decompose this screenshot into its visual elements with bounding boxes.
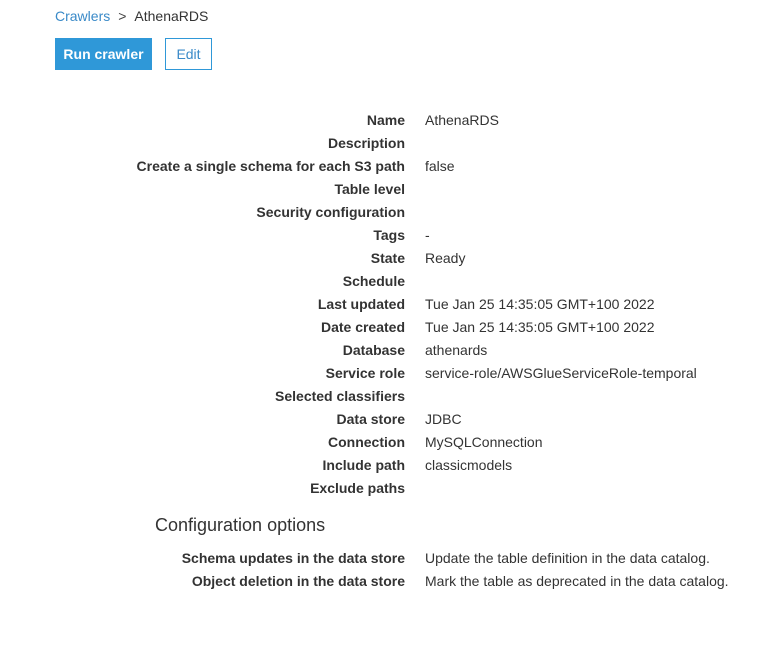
detail-label: Data store — [336, 410, 405, 427]
detail-row: Schedule — [0, 269, 697, 292]
detail-row: Object deletion in the data store Mark th… — [0, 569, 729, 592]
detail-label: Connection — [328, 433, 405, 450]
crawler-details: Name AthenaRDS Description Create a single … — [0, 108, 697, 499]
detail-label: Security configuration — [256, 203, 405, 220]
detail-label: Include path — [322, 456, 405, 473]
detail-row: State Ready — [0, 246, 697, 269]
detail-label: Description — [327, 134, 405, 151]
detail-row: Last updated Tue Jan 25 14:35:05 GMT+100 … — [0, 292, 697, 315]
detail-row: Date created Tue Jan 25 14:35:05 GMT+100 … — [0, 315, 697, 338]
detail-row: Exclude paths — [0, 476, 697, 499]
detail-row: Service role service-role/AWSGlueServiceR… — [0, 361, 697, 384]
detail-value: Tue Jan 25 14:35:05 GMT+100 2022 — [425, 295, 655, 312]
detail-label: Object deletion in the data store — [191, 572, 405, 589]
detail-value: AthenaRDS — [425, 111, 499, 128]
configuration-options-heading: Configuration options — [155, 515, 326, 535]
detail-label: State — [370, 249, 405, 266]
detail-label: Name — [366, 111, 405, 128]
configuration-options: Schema updates in the data store Update t… — [0, 546, 729, 592]
detail-value: Ready — [425, 249, 466, 266]
detail-value: classicmodels — [425, 456, 513, 473]
detail-row: Schema updates in the data store Update t… — [0, 546, 729, 569]
detail-row: Database athenards — [0, 338, 697, 361]
detail-value: false — [425, 157, 455, 174]
detail-label: Database — [342, 341, 405, 358]
detail-value: JDBC — [425, 410, 462, 427]
breadcrumb-crawlers-link[interactable]: Crawlers — [55, 8, 110, 24]
edit-button[interactable]: Edit — [165, 38, 212, 70]
detail-value: Update the table definition in the data … — [425, 549, 710, 566]
detail-label: Table level — [334, 180, 405, 197]
detail-value: - — [425, 226, 430, 243]
detail-value: service-role/AWSGlueServiceRole-temporal — [425, 364, 697, 381]
detail-value: Tue Jan 25 14:35:05 GMT+100 2022 — [425, 318, 655, 335]
detail-label: Last updated — [317, 295, 405, 312]
detail-row: Data store JDBC — [0, 407, 697, 430]
detail-label: Date created — [320, 318, 405, 335]
detail-row: Create a single schema for each S3 path f… — [0, 154, 697, 177]
detail-row: Name AthenaRDS — [0, 108, 697, 131]
detail-value: MySQLConnection — [425, 433, 543, 450]
detail-row: Security configuration — [0, 200, 697, 223]
detail-label: Create a single schema for each S3 path — [136, 157, 405, 174]
detail-label: Schema updates in the data store — [181, 549, 405, 566]
breadcrumb-separator: > — [118, 8, 127, 24]
detail-row: Include path classicmodels — [0, 453, 697, 476]
detail-label: Exclude paths — [310, 479, 405, 496]
detail-row: Selected classifiers — [0, 384, 697, 407]
detail-label: Tags — [373, 226, 405, 243]
run-crawler-button[interactable]: Run crawler — [55, 38, 152, 70]
detail-row: Table level — [0, 177, 697, 200]
breadcrumb-current: AthenaRDS — [134, 8, 209, 24]
detail-label: Selected classifiers — [275, 387, 405, 404]
breadcrumb: Crawlers > AthenaRDS — [55, 8, 208, 24]
detail-value: Mark the table as deprecated in the data… — [425, 572, 729, 589]
detail-label: Service role — [325, 364, 405, 381]
detail-value: athenards — [425, 341, 488, 358]
detail-row: Tags - — [0, 223, 697, 246]
detail-row: Connection MySQLConnection — [0, 430, 697, 453]
detail-label: Schedule — [342, 272, 405, 289]
detail-row: Description — [0, 131, 697, 154]
